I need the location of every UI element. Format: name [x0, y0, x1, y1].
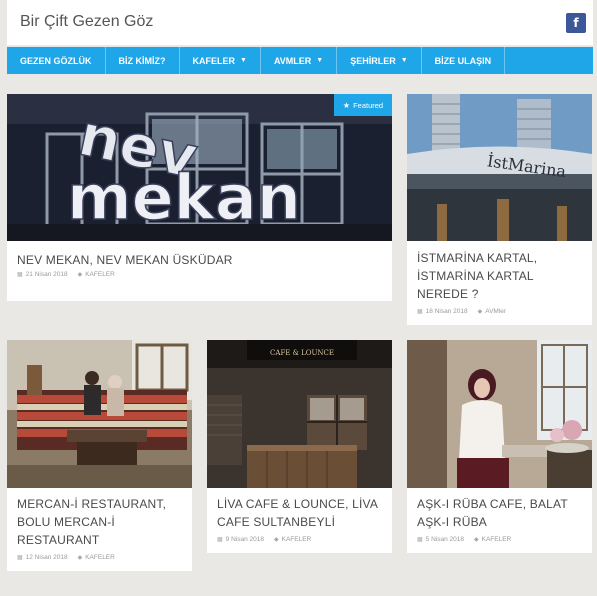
post-card[interactable]: nev mekan ★ Featured NEV MEKAN, NEV MEKA…	[7, 94, 392, 301]
nav-item-label: GEZEN GÖZLÜK	[20, 55, 92, 66]
calendar-icon: ▦	[417, 309, 423, 315]
post-title[interactable]: LİVA CAFE & LOUNCE, LİVA CAFE SULTANBEYL…	[217, 495, 382, 531]
nav-item-kafeler[interactable]: KAFELER ▼	[180, 47, 261, 74]
nevmekan-sign-mekan: mekan	[67, 161, 301, 234]
calendar-icon: ▦	[217, 537, 223, 543]
post-thumbnail[interactable]: CAFE & LOUNCE	[207, 340, 392, 488]
star-icon: ★	[342, 100, 351, 110]
featured-label: Featured	[353, 100, 384, 110]
liva-sign: CAFE & LOUNCE	[270, 349, 334, 357]
caret-down-icon: ▼	[316, 57, 324, 64]
nav-item-label: KAFELER	[192, 55, 236, 66]
post-date: 21 Nisan 2018	[25, 271, 68, 278]
site-title[interactable]: Bir Çift Gezen Göz	[20, 13, 153, 31]
nav-item-avmler[interactable]: AVMLER ▼	[261, 47, 338, 74]
post-date: 12 Nisan 2018	[25, 554, 68, 561]
post-title[interactable]: NEV MEKAN, NEV MEKAN ÜSKÜDAR	[17, 251, 382, 269]
featured-badge: ★ Featured	[334, 94, 392, 116]
post-card[interactable]: MERCAN-İ RESTAURANT, BOLU MERCAN-İ RESTA…	[7, 340, 192, 571]
tag-icon: ◆	[473, 537, 479, 543]
caret-down-icon: ▼	[240, 57, 247, 64]
post-category[interactable]: KAFELER	[482, 536, 512, 543]
post-title[interactable]: AŞK-I RÜBA CAFE, BALAT AŞK-I RÜBA	[417, 495, 582, 531]
post-date: 18 Nisan 2018	[425, 308, 468, 315]
post-category[interactable]: KAFELER	[85, 271, 115, 278]
post-meta: ▦ 12 Nisan 2018 ◆ KAFELER	[17, 554, 115, 561]
post-meta: ▦ 18 Nisan 2018 ◆ AVMler	[417, 308, 506, 315]
facebook-icon[interactable]: f	[566, 13, 586, 33]
nav-item-label: BİZ KİMİZ?	[118, 55, 166, 66]
post-thumbnail[interactable]	[7, 340, 192, 488]
post-title[interactable]: İSTMARİNA KARTAL, İSTMARİNA KARTAL NERED…	[417, 249, 582, 303]
post-meta: ▦ 9 Nisan 2018 ◆ KAFELER	[217, 536, 311, 543]
post-card[interactable]: AŞK-I RÜBA CAFE, BALAT AŞK-I RÜBA ▦ 5 Ni…	[407, 340, 592, 553]
post-date: 9 Nisan 2018	[225, 536, 264, 543]
main-nav: GEZEN GÖZLÜK BİZ KİMİZ? KAFELER ▼ AVMLER ▼…	[7, 47, 593, 74]
post-thumbnail[interactable]	[407, 340, 592, 488]
post-category[interactable]: KAFELER	[282, 536, 312, 543]
nav-item-sehirler[interactable]: ŞEHİRLER ▼	[337, 47, 422, 74]
nav-item-label: AVMLER	[273, 55, 312, 66]
calendar-icon: ▦	[17, 272, 23, 278]
nav-item-gezen-gozluk[interactable]: GEZEN GÖZLÜK	[7, 47, 106, 74]
calendar-icon: ▦	[17, 555, 23, 561]
post-date: 5 Nisan 2018	[425, 536, 464, 543]
post-card[interactable]: İstMarina İSTMARİNA KARTAL, İSTMARİNA KA…	[407, 94, 592, 325]
post-meta: ▦ 5 Nisan 2018 ◆ KAFELER	[417, 536, 511, 543]
caret-down-icon: ▼	[400, 57, 408, 64]
post-thumbnail[interactable]: İstMarina	[407, 94, 592, 241]
post-card[interactable]: CAFE & LOUNCE LİVA CAFE & LOUNCE, LİVA C…	[207, 340, 392, 553]
nav-item-label: ŞEHİRLER	[350, 55, 396, 66]
post-category[interactable]: KAFELER	[85, 554, 115, 561]
nav-item-bize-ulasin[interactable]: BİZE ULAŞIN	[422, 47, 506, 74]
tag-icon: ◆	[273, 537, 279, 543]
tag-icon: ◆	[477, 309, 483, 315]
tag-icon: ◆	[77, 272, 83, 278]
post-title[interactable]: MERCAN-İ RESTAURANT, BOLU MERCAN-İ RESTA…	[17, 495, 182, 549]
nav-item-biz-kimiz[interactable]: BİZ KİMİZ?	[106, 47, 180, 74]
calendar-icon: ▦	[417, 537, 423, 543]
post-category[interactable]: AVMler	[485, 308, 506, 315]
nav-item-label: BİZE ULAŞIN	[434, 55, 492, 66]
site-header: Bir Çift Gezen Göz f	[7, 0, 593, 45]
post-meta: ▦ 21 Nisan 2018 ◆ KAFELER	[17, 271, 115, 278]
post-thumbnail[interactable]: nev mekan	[7, 94, 392, 241]
tag-icon: ◆	[77, 555, 83, 561]
